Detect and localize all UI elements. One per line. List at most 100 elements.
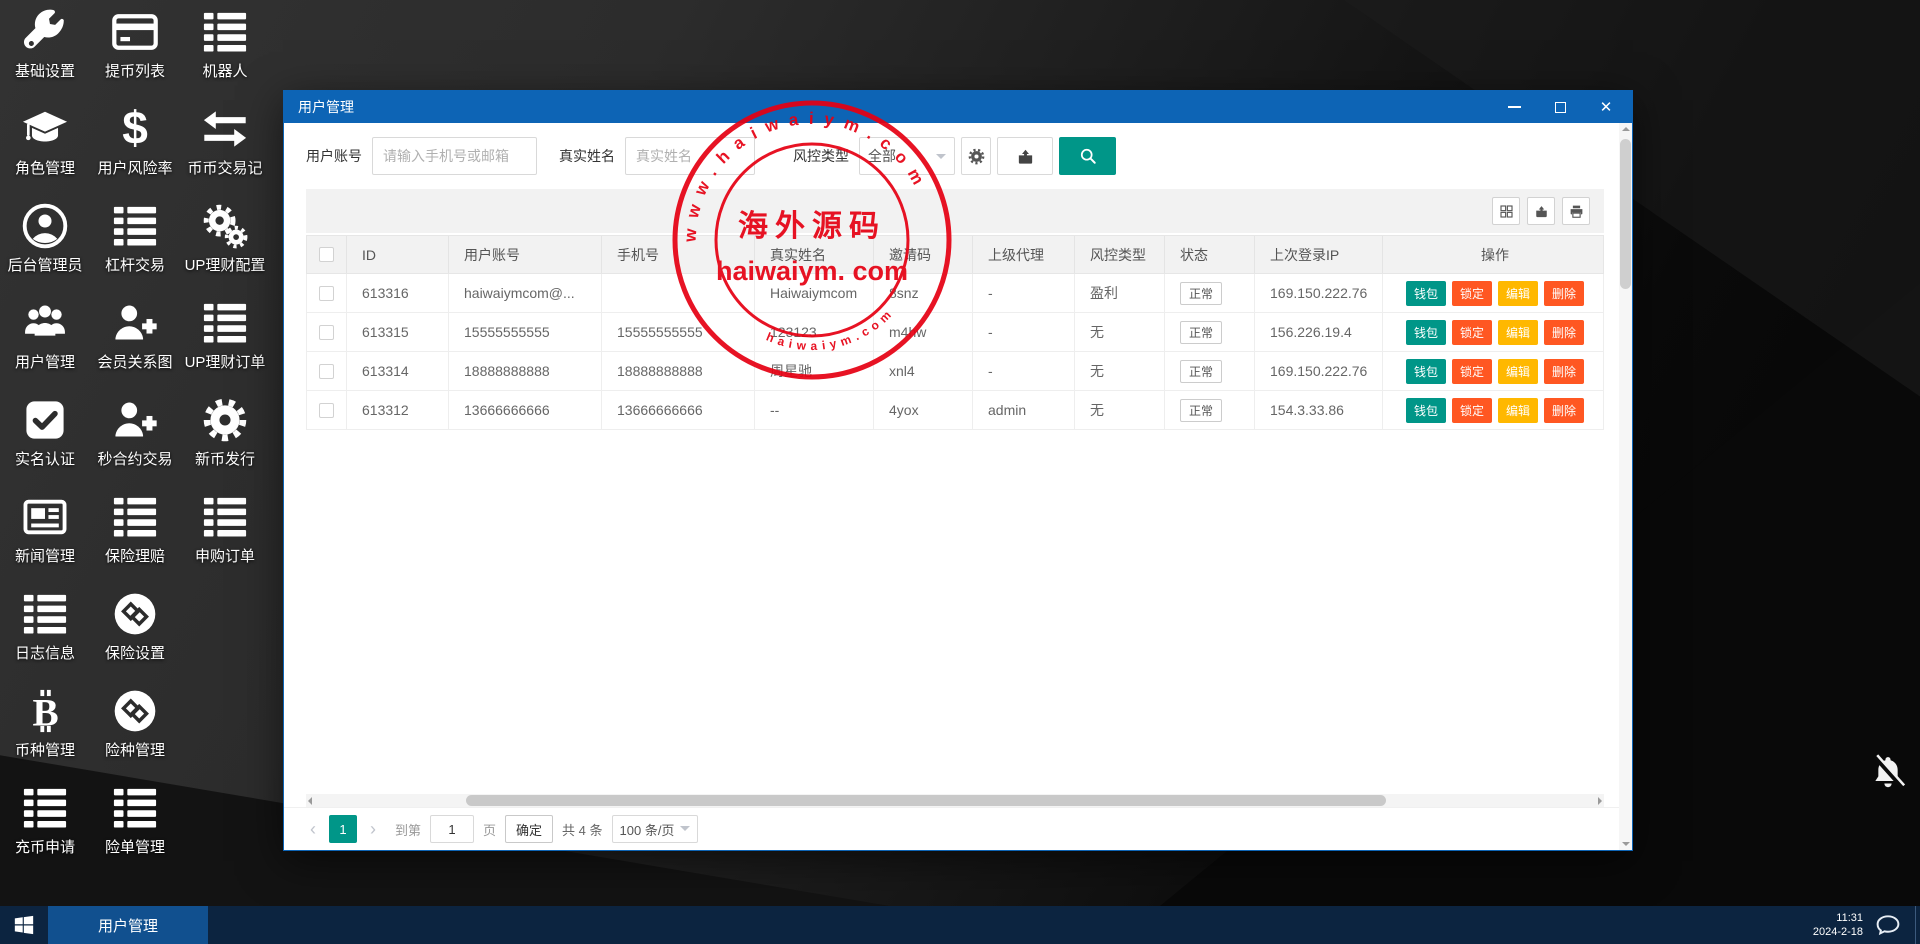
horizontal-scrollbar[interactable] bbox=[306, 794, 1604, 807]
scroll-right-icon[interactable] bbox=[1598, 797, 1602, 805]
maximize-button[interactable] bbox=[1552, 99, 1568, 115]
desktop-shortcut[interactable]: 保险理赔 bbox=[90, 487, 180, 584]
bitcoin-icon bbox=[22, 688, 68, 734]
wallet-button[interactable]: 钱包 bbox=[1405, 397, 1446, 423]
column-header: 邀请码 bbox=[874, 236, 973, 273]
desktop-shortcut-label: 秒合约交易 bbox=[97, 451, 173, 468]
edit-button[interactable]: 编辑 bbox=[1498, 319, 1539, 345]
scroll-left-icon[interactable] bbox=[308, 797, 312, 805]
chat-icon[interactable] bbox=[1875, 912, 1901, 938]
desktop-shortcut[interactable]: 用户风险率 bbox=[90, 99, 180, 196]
row-checkbox[interactable] bbox=[319, 324, 334, 340]
desktop-shortcut[interactable]: UP理财配置 bbox=[180, 196, 270, 293]
columns-button[interactable] bbox=[1492, 197, 1520, 225]
close-button[interactable]: ✕ bbox=[1598, 99, 1614, 115]
cell-invite: m4hw bbox=[874, 313, 973, 351]
desktop-shortcut[interactable]: 杠杆交易 bbox=[90, 196, 180, 293]
delete-button[interactable]: 删除 bbox=[1544, 319, 1585, 345]
chevron-down-icon bbox=[936, 153, 946, 164]
desktop-shortcut[interactable]: 新币发行 bbox=[180, 390, 270, 487]
desktop-shortcut[interactable]: 币种管理 bbox=[0, 681, 90, 778]
minimize-button[interactable] bbox=[1506, 99, 1522, 115]
cell-actions: 钱包 锁定 编辑 删除 bbox=[1383, 313, 1607, 351]
lock-button[interactable]: 锁定 bbox=[1451, 319, 1492, 345]
export-table-button[interactable] bbox=[1527, 197, 1555, 225]
wallet-button[interactable]: 钱包 bbox=[1405, 358, 1446, 384]
cell-realname: Haiwaiymcom bbox=[755, 274, 874, 312]
desktop-shortcut[interactable]: 币币交易记 bbox=[180, 99, 270, 196]
scroll-up-icon[interactable] bbox=[1621, 127, 1630, 131]
horizontal-scrollbar-thumb[interactable] bbox=[466, 795, 1386, 806]
next-page-icon[interactable]: › bbox=[366, 820, 380, 838]
dollar-icon bbox=[112, 106, 158, 152]
notification-bell-icon[interactable] bbox=[1869, 753, 1907, 791]
desktop-shortcut[interactable]: 机器人 bbox=[180, 2, 270, 99]
delete-button[interactable]: 删除 bbox=[1544, 280, 1585, 306]
taskbar-clock[interactable]: 11:31 2024-2-18 bbox=[1813, 911, 1875, 939]
desktop-shortcut[interactable]: 会员关系图 bbox=[90, 293, 180, 390]
prev-page-icon[interactable]: ‹ bbox=[306, 820, 320, 838]
desktop-shortcut-label: 币种管理 bbox=[14, 742, 75, 759]
wallet-button[interactable]: 钱包 bbox=[1405, 280, 1446, 306]
edit-button[interactable]: 编辑 bbox=[1498, 358, 1539, 384]
cell-phone: 13666666666 bbox=[602, 391, 755, 429]
delete-button[interactable]: 删除 bbox=[1544, 358, 1585, 384]
cell-invite: xnl4 bbox=[874, 352, 973, 390]
delete-button[interactable]: 删除 bbox=[1544, 397, 1585, 423]
confirm-page-button[interactable]: 确定 bbox=[505, 815, 554, 843]
taskbar-task-user-management[interactable]: 用户管理 bbox=[48, 906, 208, 944]
desktop-shortcut[interactable]: 提币列表 bbox=[90, 2, 180, 99]
edit-button[interactable]: 编辑 bbox=[1498, 397, 1539, 423]
realname-label: 真实姓名 bbox=[559, 148, 615, 164]
desktop-shortcut-label: 申购订单 bbox=[194, 548, 255, 565]
account-label: 用户账号 bbox=[306, 148, 362, 164]
desktop-shortcut[interactable]: 险单管理 bbox=[90, 778, 180, 875]
risk-type-select[interactable]: 全部 bbox=[859, 137, 955, 175]
window-titlebar[interactable]: 用户管理 ✕ bbox=[284, 91, 1632, 123]
desktop-shortcut[interactable]: 后台管理员 bbox=[0, 196, 90, 293]
start-button[interactable] bbox=[0, 906, 48, 944]
row-checkbox[interactable] bbox=[319, 402, 334, 418]
desktop-shortcut[interactable]: 险种管理 bbox=[90, 681, 180, 778]
vertical-scrollbar[interactable] bbox=[1619, 123, 1632, 850]
print-button[interactable] bbox=[1562, 197, 1590, 225]
cell-actions: 钱包 锁定 编辑 删除 bbox=[1383, 352, 1607, 390]
scroll-down-icon[interactable] bbox=[1621, 842, 1630, 846]
gears-icon bbox=[202, 203, 248, 249]
desktop-shortcut[interactable]: 基础设置 bbox=[0, 2, 90, 99]
desktop-shortcut[interactable]: 充币申请 bbox=[0, 778, 90, 875]
select-all-checkbox[interactable] bbox=[319, 247, 334, 262]
desktop-shortcut[interactable]: 日志信息 bbox=[0, 584, 90, 681]
lock-button[interactable]: 锁定 bbox=[1451, 397, 1492, 423]
export-button[interactable] bbox=[997, 137, 1053, 175]
desktop-shortcut[interactable]: 秒合约交易 bbox=[90, 390, 180, 487]
current-page-button[interactable]: 1 bbox=[329, 815, 357, 843]
vertical-scrollbar-thumb[interactable] bbox=[1620, 139, 1631, 289]
edit-button[interactable]: 编辑 bbox=[1498, 280, 1539, 306]
row-checkbox[interactable] bbox=[319, 285, 334, 301]
realname-input[interactable] bbox=[625, 137, 755, 175]
desktop-shortcut[interactable]: 保险设置 bbox=[90, 584, 180, 681]
wallet-button[interactable]: 钱包 bbox=[1405, 319, 1446, 345]
coin-icon bbox=[112, 591, 158, 637]
row-checkbox[interactable] bbox=[319, 363, 334, 379]
search-button[interactable] bbox=[1059, 137, 1116, 175]
desktop-shortcut[interactable]: 实名认证 bbox=[0, 390, 90, 487]
exchange-icon bbox=[202, 106, 248, 152]
desktop-shortcut[interactable]: 角色管理 bbox=[0, 99, 90, 196]
lock-button[interactable]: 锁定 bbox=[1451, 358, 1492, 384]
desktop-shortcut[interactable]: 新闻管理 bbox=[0, 487, 90, 584]
cell-risk: 无 bbox=[1075, 391, 1165, 429]
desktop-shortcut[interactable]: UP理财订单 bbox=[180, 293, 270, 390]
desktop-shortcut[interactable]: 申购订单 bbox=[180, 487, 270, 584]
show-desktop-button[interactable] bbox=[1915, 906, 1920, 944]
taskbar: 用户管理 11:31 2024-2-18 bbox=[0, 906, 1920, 944]
desktop-shortcut[interactable]: 用户管理 bbox=[0, 293, 90, 390]
lock-button[interactable]: 锁定 bbox=[1451, 280, 1492, 306]
page-suffix-label: 页 bbox=[483, 822, 497, 838]
page-size-select[interactable]: 100 条/页 bbox=[611, 815, 699, 843]
goto-page-input[interactable] bbox=[430, 815, 475, 843]
settings-button[interactable] bbox=[961, 137, 991, 175]
desktop-shortcut-label: 会员关系图 bbox=[97, 354, 173, 371]
account-input[interactable] bbox=[372, 137, 537, 175]
